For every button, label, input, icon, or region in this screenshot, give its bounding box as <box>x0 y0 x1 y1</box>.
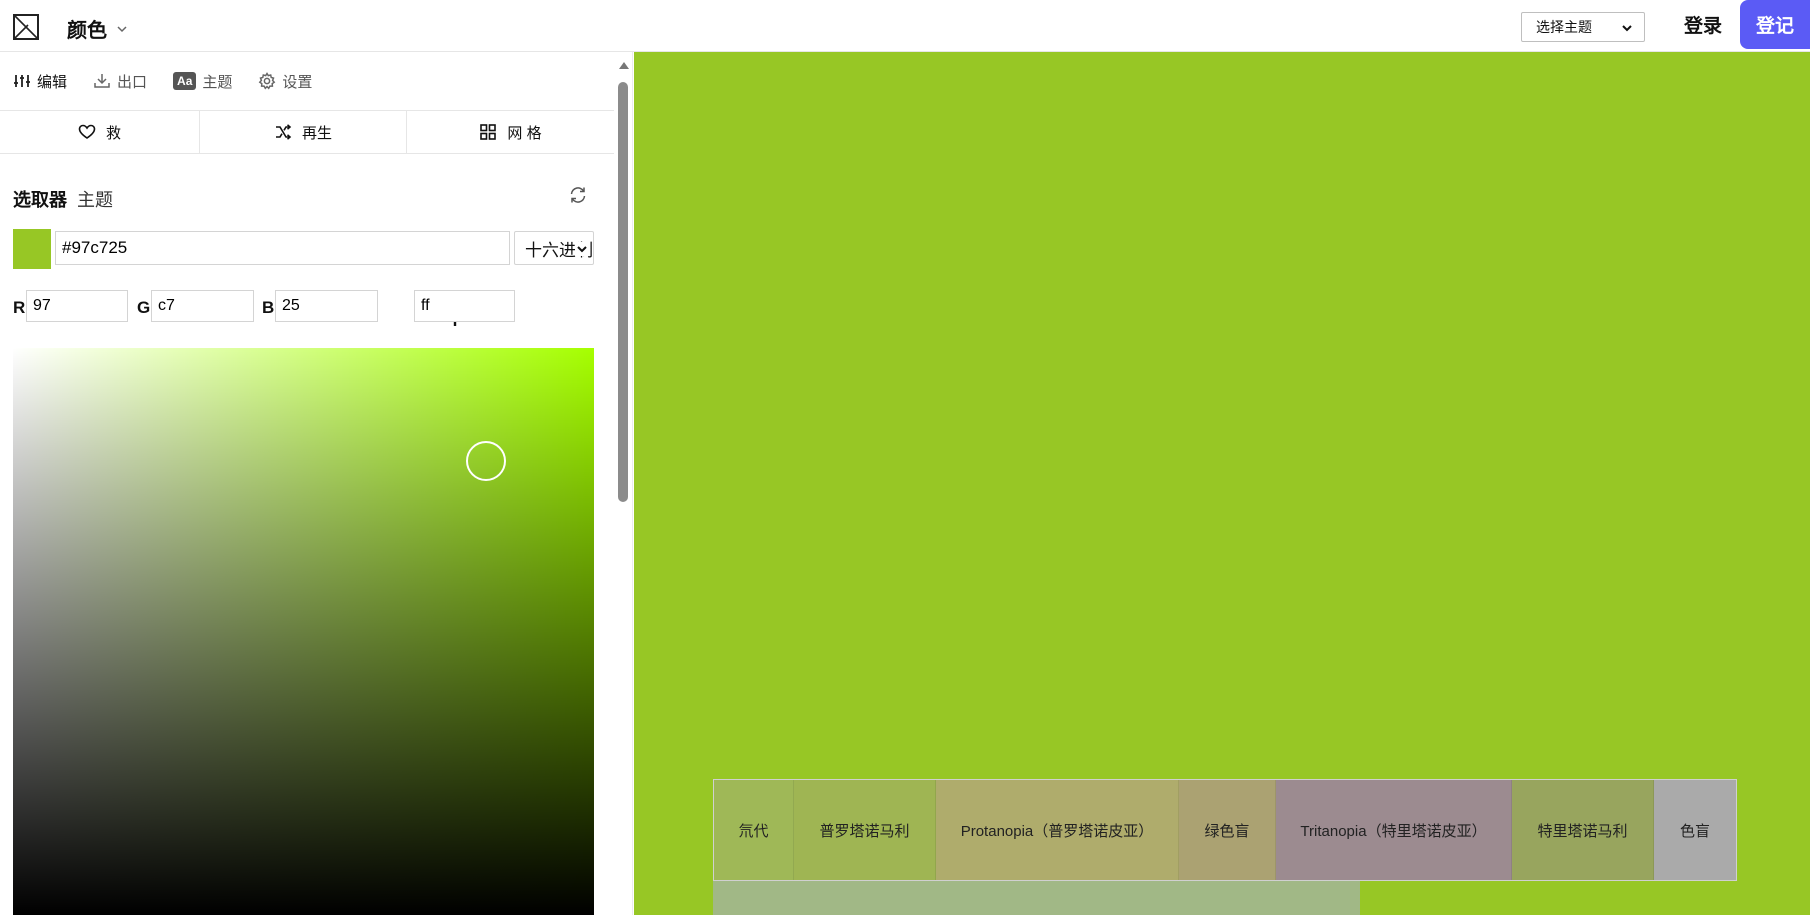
sim-tritanopia[interactable]: Tritanopia（特里塔诺皮亚） <box>1276 780 1512 880</box>
sim-deuteranomaly[interactable]: 氘代 <box>714 780 794 880</box>
save-button-label: 救 <box>105 124 121 142</box>
sim-protanomaly[interactable]: 普罗塔诺马利 <box>794 780 936 880</box>
hex-row: 十六进制 <box>13 229 594 269</box>
theme-select[interactable]: 选择主题 <box>1521 12 1645 42</box>
save-button[interactable]: 救 <box>0 111 200 153</box>
grid-button-label: 网 格 <box>507 124 542 142</box>
sim-label: 氘代 <box>738 822 769 840</box>
alpha-input[interactable] <box>414 290 515 322</box>
scrollbar[interactable] <box>614 52 632 915</box>
editor-panel: 编辑 出口 Aa 主题 设置 救 再生 网 格 选取器 主题 #97c725 十… <box>0 52 633 915</box>
tab-theme-label: 主题 <box>202 73 233 91</box>
shuffle-icon <box>275 124 292 140</box>
sim-protanopia[interactable]: Protanopia（普罗塔诺皮亚） <box>936 780 1179 880</box>
chevron-down-icon <box>575 242 589 256</box>
heart-icon <box>78 124 96 139</box>
chevron-down-icon <box>117 25 127 32</box>
r-label: R <box>13 298 26 317</box>
color-preview: 氘代 普罗塔诺马利 Protanopia（普罗塔诺皮亚） 绿色盲 Tritano… <box>634 52 1810 915</box>
g-label: G <box>137 298 151 317</box>
scroll-up-arrow-icon[interactable] <box>619 62 629 69</box>
app-title: 颜色 <box>67 20 107 42</box>
sim-label: 普罗塔诺马利 <box>819 822 910 840</box>
sim-extra-strip <box>713 881 1360 915</box>
picker-header: 选取器 主题 <box>13 186 603 212</box>
logo-icon[interactable] <box>13 14 39 40</box>
hex-input[interactable] <box>55 231 510 265</box>
saturation-value-picker[interactable] <box>13 348 594 915</box>
signup-button[interactable]: 登记 <box>1740 0 1810 49</box>
b-input[interactable] <box>275 290 378 322</box>
grid-icon <box>480 124 497 140</box>
tab-edit[interactable]: 编辑 <box>13 71 67 92</box>
picker-subtitle[interactable]: 主题 <box>77 186 113 212</box>
b-label: B <box>262 298 275 317</box>
sim-tritanomaly[interactable]: 特里塔诺马利 <box>1512 780 1654 880</box>
login-button[interactable]: 登录 <box>1684 12 1722 42</box>
sim-label: 特里塔诺马利 <box>1537 822 1628 840</box>
tab-edit-label: 编辑 <box>37 73 68 91</box>
sim-label: 绿色盲 <box>1204 822 1250 840</box>
color-swatch <box>13 229 51 269</box>
format-select[interactable]: 十六进制 <box>514 231 594 265</box>
tab-export[interactable]: 出口 <box>93 71 147 92</box>
download-icon <box>94 74 110 88</box>
refresh-icon[interactable] <box>568 185 588 205</box>
top-bar: 颜色 选择主题 登录 登记 <box>0 0 1810 52</box>
picker-title: 选取器 <box>13 190 67 210</box>
r-input[interactable] <box>26 290 128 322</box>
sim-deuteranopia[interactable]: 绿色盲 <box>1179 780 1276 880</box>
g-input[interactable] <box>151 290 254 322</box>
theme-select-value: 选择主题 <box>1536 19 1592 35</box>
gear-icon <box>259 72 276 90</box>
sim-label: 色盲 <box>1679 822 1710 840</box>
chevron-down-icon <box>1622 25 1632 32</box>
aa-icon: Aa <box>173 72 197 90</box>
panel-tabs: 编辑 出口 Aa 主题 设置 <box>0 52 614 110</box>
grid-button[interactable]: 网 格 <box>407 111 614 153</box>
tab-export-label: 出口 <box>117 73 148 91</box>
sim-achromatopsia[interactable]: 色盲 <box>1654 780 1736 880</box>
scroll-thumb[interactable] <box>618 82 628 502</box>
sim-label: Tritanopia（特里塔诺皮亚） <box>1300 822 1487 840</box>
tab-theme[interactable]: Aa 主题 <box>173 71 232 92</box>
tab-settings-label: 设置 <box>282 73 313 91</box>
sim-label: Protanopia（普罗塔诺皮亚） <box>960 822 1154 840</box>
picker-thumb[interactable] <box>466 441 506 481</box>
action-row: 救 再生 网 格 <box>0 110 614 154</box>
tab-settings[interactable]: 设置 <box>258 71 312 92</box>
regenerate-button[interactable]: 再生 <box>200 111 407 153</box>
app-root: 颜色 选择主题 登录 登记 编辑 出口 Aa 主题 设置 救 再生 网 格 选取… <box>0 0 1810 915</box>
regenerate-button-label: 再生 <box>301 124 332 142</box>
sliders-icon <box>14 75 30 87</box>
rgb-row: R G B <box>13 288 593 328</box>
app-title-dropdown[interactable]: 颜色 <box>67 14 129 43</box>
simulation-bar: 氘代 普罗塔诺马利 Protanopia（普罗塔诺皮亚） 绿色盲 Tritano… <box>713 779 1737 881</box>
